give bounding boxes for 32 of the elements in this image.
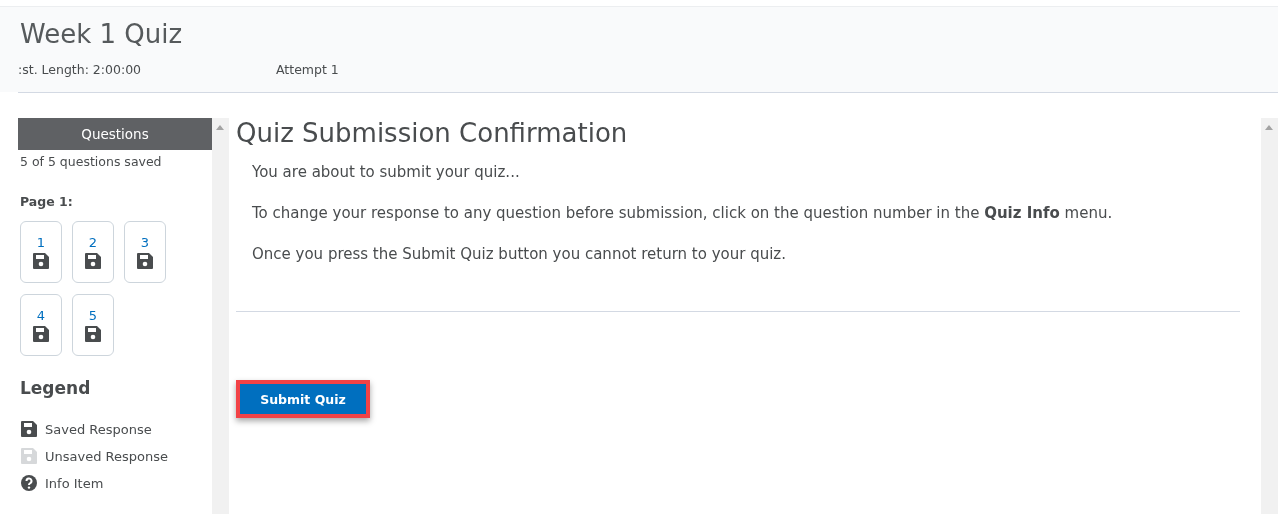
est-length: :st. Length: 2:00:00 (18, 62, 143, 77)
saved-icon (84, 324, 102, 343)
paragraph: Once you press the Submit Quiz button you cannot return to your quiz. (252, 244, 787, 264)
question-tile[interactable]: 2 (72, 221, 114, 283)
page-label: Page 1: (20, 194, 74, 209)
question-tile[interactable]: 1 (20, 221, 62, 283)
unsaved-icon (20, 447, 38, 465)
saved-icon (20, 420, 38, 438)
questions-heading: Questions (18, 118, 212, 150)
quiz-title: Week 1 Quiz (20, 18, 184, 51)
legend-label: Saved Response (45, 421, 152, 437)
scroll-up-icon[interactable] (216, 125, 224, 130)
question-tile[interactable]: 4 (20, 294, 62, 356)
paragraph: You are about to submit your quiz... (252, 162, 521, 182)
saved-icon (32, 324, 50, 343)
scrollbar[interactable] (1261, 118, 1278, 514)
legend-label: Info Item (45, 475, 104, 491)
scrollbar[interactable] (212, 118, 229, 514)
question-tile[interactable]: 3 (124, 221, 166, 283)
scroll-up-icon[interactable] (1265, 125, 1273, 130)
legend-title: Legend (20, 378, 92, 398)
saved-icon (136, 251, 154, 270)
paragraph: To change your response to any question before submission, click on the question number in the Quiz Info menu. (252, 203, 1114, 223)
saved-icon (84, 251, 102, 270)
saved-icon (32, 251, 50, 270)
page-title: Quiz Submission Confirmation (236, 117, 629, 150)
help-icon (20, 474, 38, 492)
submit-button[interactable]: Submit Quiz (236, 380, 370, 418)
legend-label: Unsaved Response (45, 448, 168, 464)
saved-count: 5 of 5 questions saved (20, 154, 163, 169)
question-tile[interactable]: 5 (72, 294, 114, 356)
attempt-label: Attempt 1 (276, 62, 339, 77)
